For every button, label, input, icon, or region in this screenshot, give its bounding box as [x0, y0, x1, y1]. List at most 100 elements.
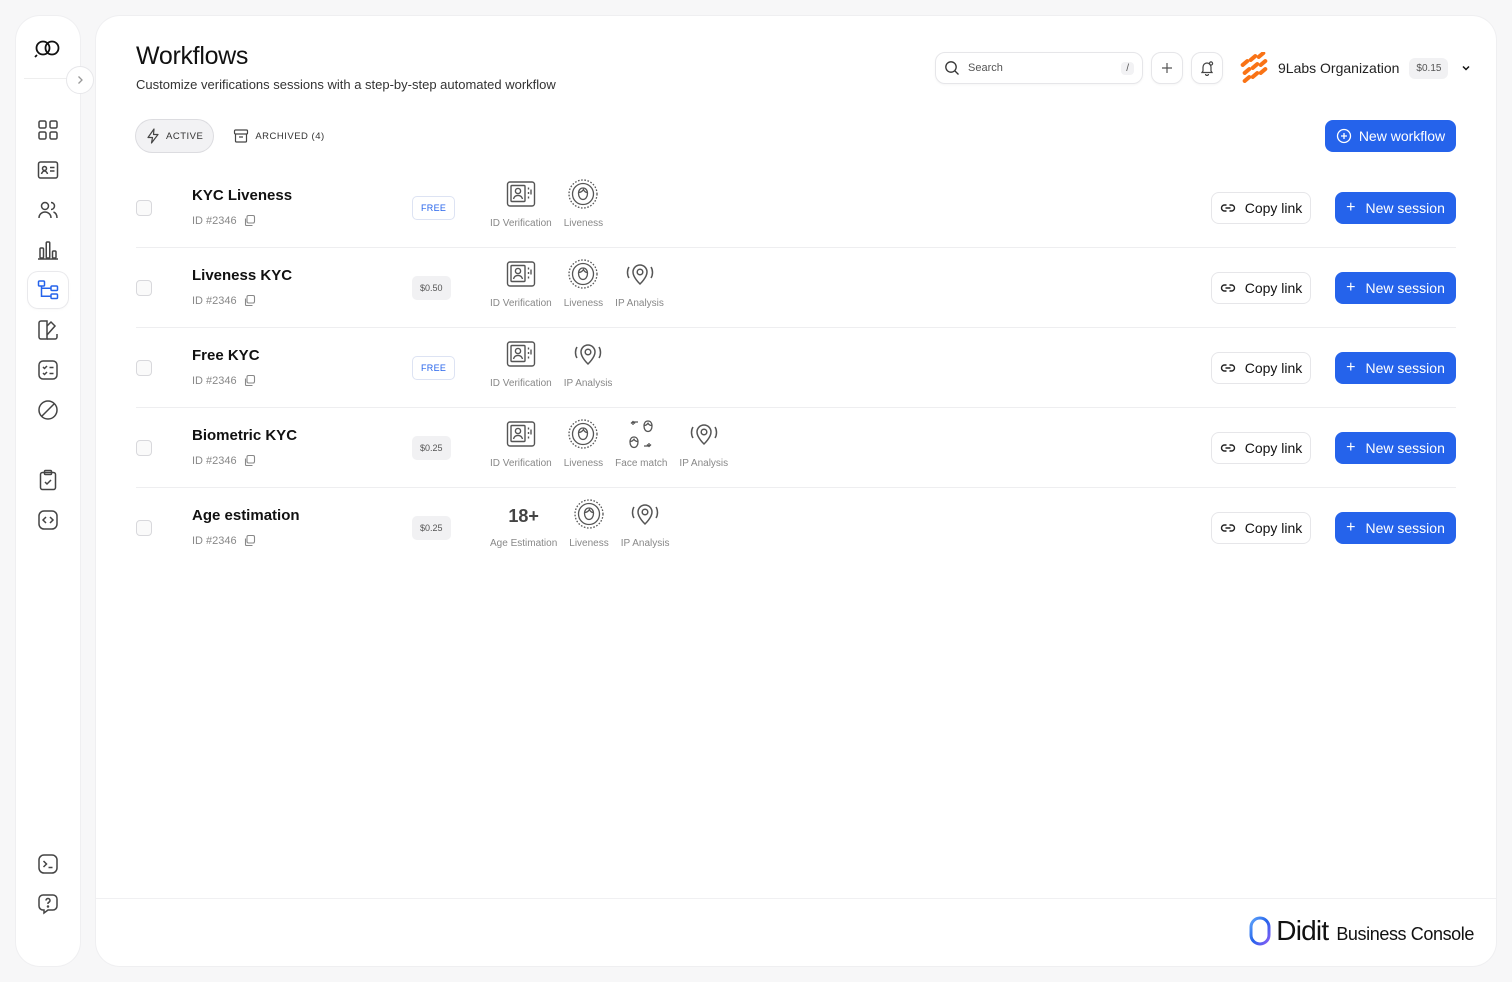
- row-checkbox[interactable]: [136, 360, 152, 376]
- location-pin-icon: [570, 340, 606, 373]
- copy-link-button[interactable]: Copy link: [1211, 352, 1311, 384]
- price-badge: $0.50: [412, 276, 451, 300]
- chevron-right-icon: [78, 76, 83, 84]
- bell-icon: [1200, 61, 1214, 76]
- sidebar-item-reviews[interactable]: [28, 352, 68, 388]
- new-session-button[interactable]: + New session: [1335, 352, 1456, 384]
- location-pin-icon: [627, 500, 663, 533]
- workflow-name[interactable]: Age estimation: [192, 507, 300, 524]
- workflow-name[interactable]: KYC Liveness: [192, 187, 292, 204]
- sidebar-divider: [24, 78, 72, 79]
- step-label: ID Verification: [490, 458, 552, 469]
- new-session-label: New session: [1365, 440, 1445, 456]
- step-label: ID Verification: [490, 218, 552, 229]
- step-label: Age Estimation: [490, 538, 558, 549]
- age-estimation-icon: 18+: [508, 505, 539, 526]
- row-checkbox[interactable]: [136, 520, 152, 536]
- workflow-step: IP Analysis: [564, 340, 612, 389]
- table-row[interactable]: KYC Liveness ID #2346 FREE ID Verificati…: [136, 168, 1456, 248]
- sidebar-item-workflows[interactable]: [28, 272, 68, 308]
- location-pin-icon: [622, 260, 658, 293]
- workflow-steps: ID Verification Liveness: [490, 178, 615, 229]
- copy-icon[interactable]: [243, 374, 256, 387]
- sidebar-item-tasks[interactable]: [28, 462, 68, 498]
- link-icon: [1220, 204, 1235, 212]
- face-scan-icon: [567, 418, 599, 455]
- copy-link-label: Copy link: [1244, 360, 1303, 376]
- workflow-steps: 18+ Age Estimation Liveness IP Analysis: [490, 498, 681, 549]
- workflow-name[interactable]: Free KYC: [192, 347, 260, 364]
- table-row[interactable]: Age estimation ID #2346 $0.25 18+ Age Es…: [136, 488, 1456, 568]
- copy-icon[interactable]: [243, 214, 256, 227]
- app-logo-icon[interactable]: [16, 34, 80, 62]
- price-badge: FREE: [412, 196, 456, 220]
- link-icon: [1220, 444, 1235, 452]
- code-icon: [38, 510, 58, 530]
- organization-logo-icon: [1240, 52, 1268, 83]
- workflow-id: ID #2346: [192, 454, 256, 467]
- row-checkbox[interactable]: [136, 440, 152, 456]
- collapse-sidebar-button[interactable]: [66, 66, 94, 94]
- workflow-list: KYC Liveness ID #2346 FREE ID Verificati…: [136, 168, 1456, 568]
- copy-icon[interactable]: [243, 534, 256, 547]
- copy-link-button[interactable]: Copy link: [1211, 512, 1311, 544]
- row-checkbox[interactable]: [136, 280, 152, 296]
- tab-archived[interactable]: ARCHIVED (4): [223, 120, 334, 152]
- sidebar-item-blocklist[interactable]: [28, 392, 68, 428]
- new-session-button[interactable]: + New session: [1335, 192, 1456, 224]
- price-badge: $0.25: [412, 516, 451, 540]
- copy-link-button[interactable]: Copy link: [1211, 432, 1311, 464]
- location-pin-icon: [686, 420, 722, 453]
- workflow-step: Liveness: [569, 498, 609, 549]
- workflow-step: Face match: [615, 419, 667, 469]
- workflow-step: ID Verification: [490, 260, 552, 309]
- organization-name: 9Labs Organization: [1278, 60, 1400, 76]
- workflow-name[interactable]: Biometric KYC: [192, 427, 297, 444]
- table-row[interactable]: Biometric KYC ID #2346 $0.25 ID Verifica…: [136, 408, 1456, 488]
- id-card-icon: [506, 340, 536, 373]
- grid-icon: [38, 120, 58, 140]
- new-session-button[interactable]: + New session: [1335, 512, 1456, 544]
- copy-link-label: Copy link: [1244, 520, 1303, 536]
- workflow-id-text: ID #2346: [192, 454, 237, 467]
- blocked-icon: [38, 400, 58, 420]
- table-row[interactable]: Free KYC ID #2346 FREE ID Verification I…: [136, 328, 1456, 408]
- archive-icon: [234, 129, 249, 143]
- workflow-step: Liveness: [564, 178, 603, 229]
- face-scan-icon: [573, 498, 605, 535]
- add-button[interactable]: [1151, 52, 1183, 84]
- copy-link-button[interactable]: Copy link: [1211, 272, 1311, 304]
- sidebar-item-verifications[interactable]: [28, 152, 68, 188]
- search-input[interactable]: [968, 62, 1122, 74]
- plus-icon: +: [1346, 359, 1356, 376]
- sidebar-item-dashboard[interactable]: [28, 112, 68, 148]
- sidebar-item-terminal[interactable]: [28, 846, 68, 882]
- sidebar-item-api[interactable]: [28, 502, 68, 538]
- workflow-id-text: ID #2346: [192, 214, 237, 227]
- search-box[interactable]: /: [935, 52, 1143, 84]
- plus-icon: +: [1346, 279, 1356, 296]
- step-label: IP Analysis: [615, 298, 664, 309]
- sidebar-item-users[interactable]: [28, 192, 68, 228]
- lightning-icon: [147, 128, 159, 144]
- new-workflow-button[interactable]: New workflow: [1325, 120, 1456, 152]
- step-label: Liveness: [563, 458, 604, 469]
- sidebar-item-help[interactable]: [28, 886, 68, 922]
- plus-circle-icon: [1336, 128, 1351, 144]
- tab-archived-label: ARCHIVED (4): [255, 130, 325, 142]
- tab-active[interactable]: ACTIVE: [136, 120, 214, 152]
- notifications-button[interactable]: [1191, 52, 1223, 84]
- sidebar-item-analytics[interactable]: [28, 232, 68, 268]
- copy-icon[interactable]: [243, 454, 256, 467]
- workflow-id: ID #2346: [192, 294, 256, 307]
- table-row[interactable]: Liveness KYC ID #2346 $0.50 ID Verificat…: [136, 248, 1456, 328]
- new-session-button[interactable]: + New session: [1335, 432, 1456, 464]
- sidebar-item-customization[interactable]: [28, 312, 68, 348]
- row-checkbox[interactable]: [136, 200, 152, 216]
- new-session-button[interactable]: + New session: [1335, 272, 1456, 304]
- organization-switcher[interactable]: 9Labs Organization $0.15: [1238, 52, 1472, 84]
- copy-link-button[interactable]: Copy link: [1211, 192, 1311, 224]
- copy-icon[interactable]: [243, 294, 256, 307]
- workflow-name[interactable]: Liveness KYC: [192, 267, 292, 284]
- new-session-label: New session: [1365, 280, 1445, 296]
